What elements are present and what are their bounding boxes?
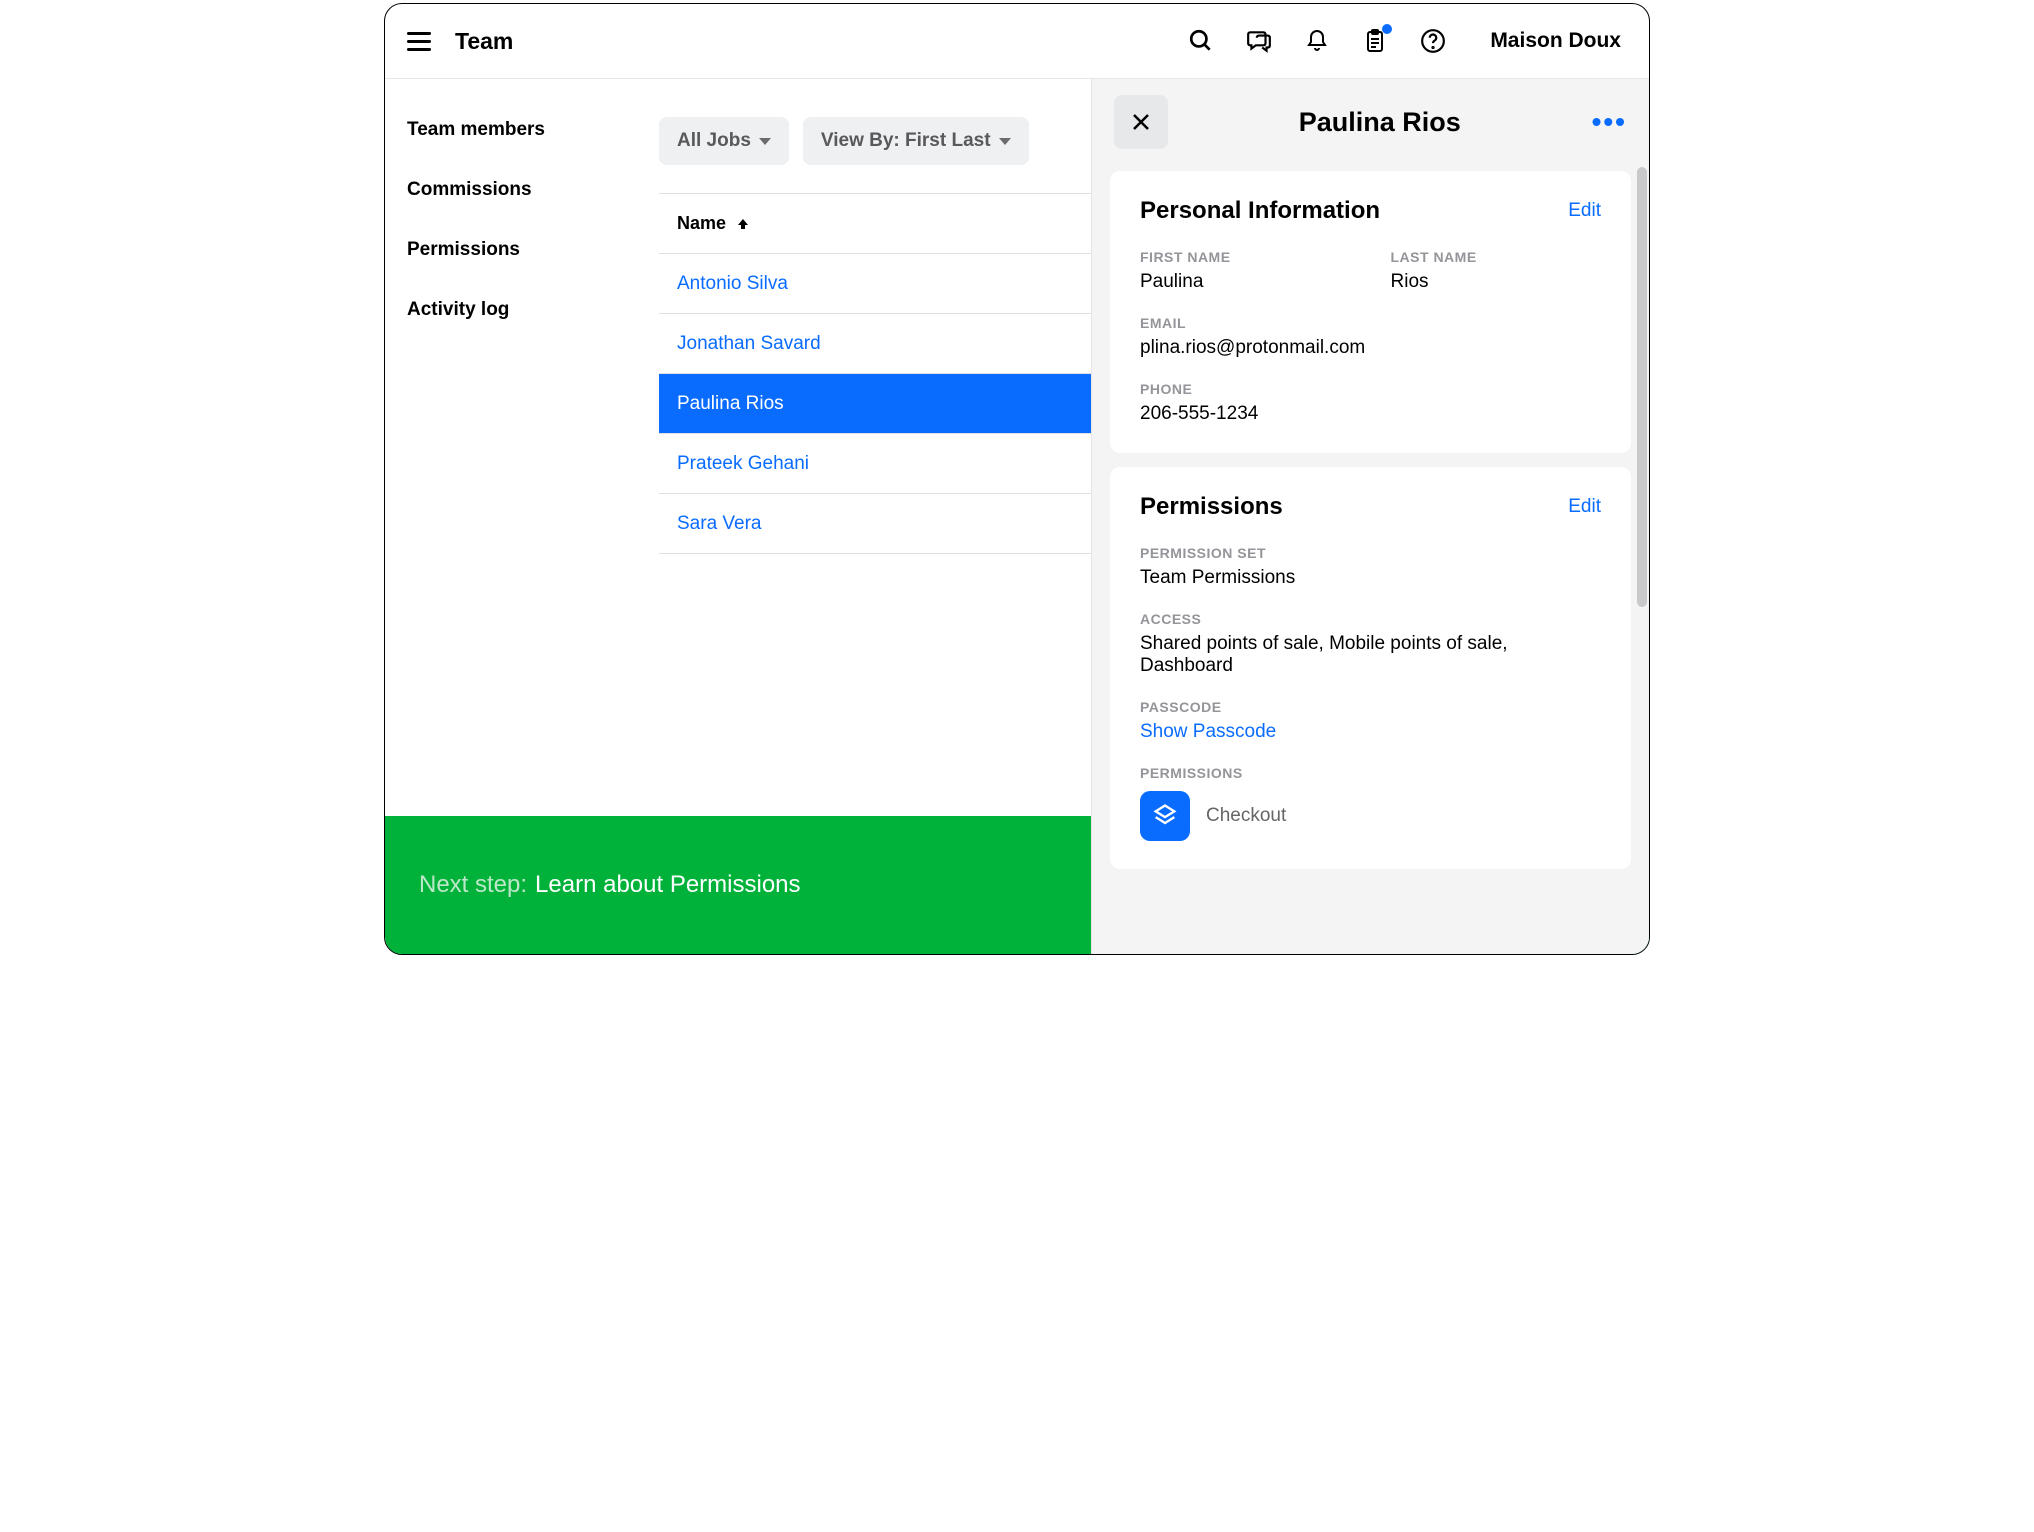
detail-body: Personal Information Edit FIRST NAME Pau…	[1092, 165, 1649, 954]
close-button[interactable]	[1114, 95, 1168, 149]
filter-jobs[interactable]: All Jobs	[659, 117, 789, 165]
app-window: Team Maison Doux Team members	[384, 3, 1650, 955]
card-title: Personal Information	[1140, 197, 1380, 225]
help-icon[interactable]	[1420, 28, 1446, 54]
card-title: Permissions	[1140, 493, 1283, 521]
access-label: ACCESS	[1140, 611, 1601, 627]
card-header: Permissions Edit	[1140, 493, 1601, 521]
last-name-value: Rios	[1391, 271, 1602, 293]
sidebar-item-activity-log[interactable]: Activity log	[407, 299, 645, 321]
show-passcode-link[interactable]: Show Passcode	[1140, 721, 1601, 743]
last-name-label: LAST NAME	[1391, 249, 1602, 265]
chevron-down-icon	[759, 138, 771, 145]
permission-label: Checkout	[1206, 805, 1286, 827]
close-icon	[1131, 112, 1151, 132]
access-value: Shared points of sale, Mobile points of …	[1140, 633, 1601, 677]
banner-prefix: Next step:	[419, 871, 527, 899]
phone-value: 206-555-1234	[1140, 403, 1601, 425]
header-actions: Maison Doux	[1188, 28, 1621, 54]
notification-dot	[1382, 24, 1392, 34]
chevron-down-icon	[999, 138, 1011, 145]
filter-viewby-label: View By: First Last	[821, 130, 991, 152]
permission-set-label: PERMISSION SET	[1140, 545, 1601, 561]
detail-header: Paulina Rios •••	[1092, 79, 1649, 165]
filter-viewby[interactable]: View By: First Last	[803, 117, 1029, 165]
clipboard-icon[interactable]	[1362, 28, 1388, 54]
header: Team Maison Doux	[385, 4, 1649, 79]
edit-personal-link[interactable]: Edit	[1568, 200, 1601, 222]
email-value: plina.rios@protonmail.com	[1140, 337, 1601, 359]
search-icon[interactable]	[1188, 28, 1214, 54]
page-title: Team	[455, 28, 513, 55]
email-label: EMAIL	[1140, 315, 1601, 331]
detail-panel: Paulina Rios ••• Personal Information Ed…	[1091, 79, 1649, 954]
permissions-card: Permissions Edit PERMISSION SET Team Per…	[1110, 467, 1631, 869]
scrollbar[interactable]	[1637, 167, 1647, 946]
sidebar-item-permissions[interactable]: Permissions	[407, 239, 645, 261]
personal-info-card: Personal Information Edit FIRST NAME Pau…	[1110, 171, 1631, 453]
more-button[interactable]: •••	[1592, 106, 1627, 138]
menu-icon[interactable]	[407, 26, 437, 56]
first-name-value: Paulina	[1140, 271, 1351, 293]
banner-link: Learn about Permissions	[535, 871, 800, 899]
store-name[interactable]: Maison Doux	[1490, 29, 1621, 53]
chat-icon[interactable]	[1246, 28, 1272, 54]
filter-jobs-label: All Jobs	[677, 130, 751, 152]
passcode-label: PASSCODE	[1140, 699, 1601, 715]
detail-title: Paulina Rios	[1182, 107, 1578, 138]
checkout-icon	[1140, 791, 1190, 841]
card-header: Personal Information Edit	[1140, 197, 1601, 225]
sort-asc-icon	[737, 213, 749, 234]
sidebar-item-commissions[interactable]: Commissions	[407, 179, 645, 201]
sidebar-item-team-members[interactable]: Team members	[407, 119, 645, 141]
bell-icon[interactable]	[1304, 28, 1330, 54]
permission-item: Checkout	[1140, 791, 1601, 841]
edit-permissions-link[interactable]: Edit	[1568, 496, 1601, 518]
phone-label: PHONE	[1140, 381, 1601, 397]
scrollbar-thumb[interactable]	[1637, 167, 1647, 607]
permission-set-value: Team Permissions	[1140, 567, 1601, 589]
first-name-label: FIRST NAME	[1140, 249, 1351, 265]
permissions-list-label: PERMISSIONS	[1140, 765, 1601, 781]
